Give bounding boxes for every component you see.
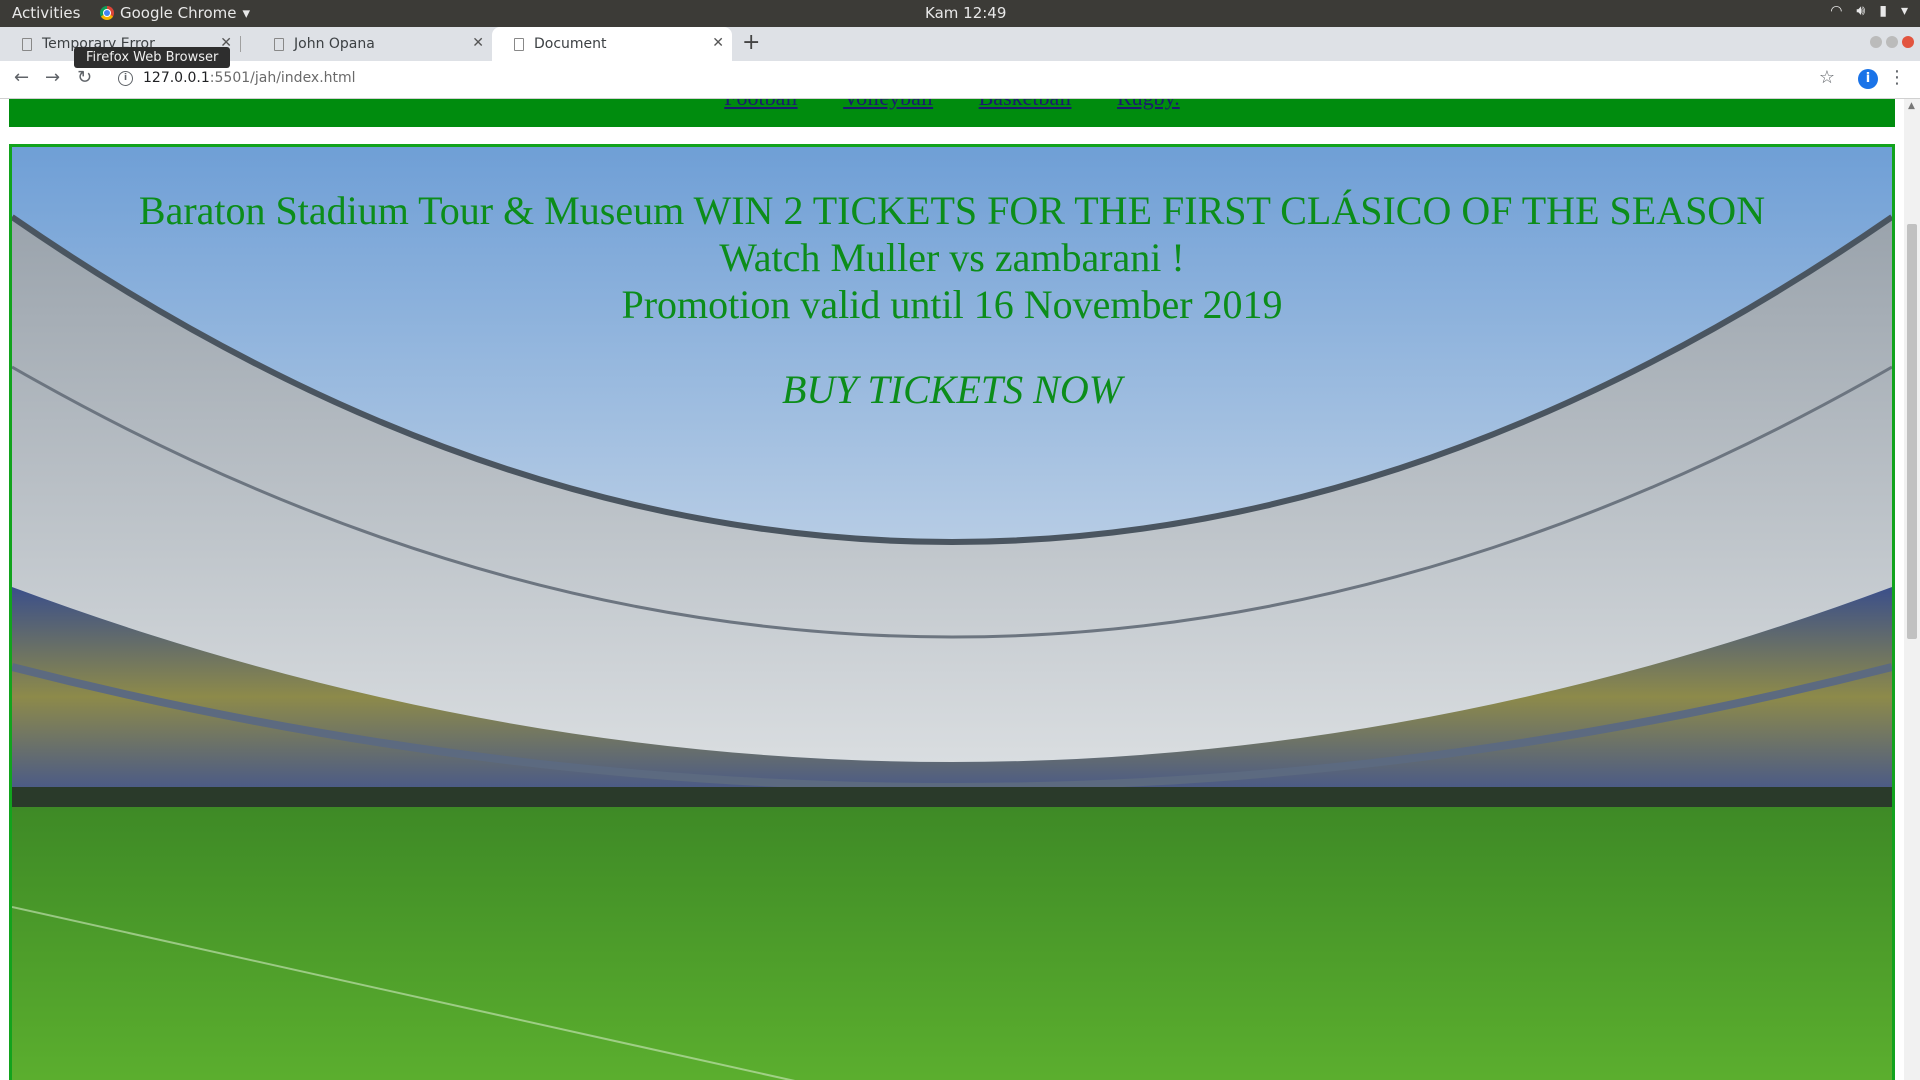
wifi-icon[interactable]: ◠ xyxy=(1830,3,1842,19)
stadium-hero-banner: Baraton Stadium Tour & Museum WIN 2 TICK… xyxy=(9,144,1895,1080)
sports-nav-links: Football Volleyball Basketball Rugby. xyxy=(9,99,1895,111)
promotion-validity: Promotion valid until 16 November 2019 xyxy=(621,282,1283,327)
clock[interactable]: Kam 12:49 xyxy=(925,4,1006,22)
nav-link-volleyball[interactable]: Volleyball xyxy=(843,99,933,110)
info-icon[interactable]: i xyxy=(118,71,133,86)
app-menu-label: Google Chrome xyxy=(120,4,237,22)
system-tray[interactable]: ◠ 🔊︎ ▮ ▾ xyxy=(1830,3,1908,19)
page-viewport: Football Volleyball Basketball Rugby. xyxy=(0,99,1904,1080)
app-menu[interactable]: Google Chrome ▾ xyxy=(100,4,250,22)
tab-separator xyxy=(240,36,241,52)
volume-icon[interactable]: 🔊︎ xyxy=(1856,3,1865,19)
page-icon xyxy=(514,37,524,51)
promo-headline: Baraton Stadium Tour & Museum WIN 2 TICK… xyxy=(138,188,1766,233)
tooltip: Firefox Web Browser xyxy=(74,47,231,68)
maximize-button[interactable] xyxy=(1886,36,1898,48)
forward-arrow-icon[interactable]: → xyxy=(45,67,60,88)
reload-icon[interactable]: ↻ xyxy=(77,67,92,88)
tab-john-opana[interactable]: John Opana ✕ xyxy=(252,27,492,61)
caret-down-icon: ▾ xyxy=(242,4,251,22)
buy-tickets-link[interactable]: BUY TICKETS NOW xyxy=(782,366,1122,413)
battery-icon[interactable]: ▮ xyxy=(1879,3,1887,19)
browser-tab-strip: Temporary Error ✕ John Opana ✕ Document … xyxy=(0,27,1920,61)
window-close-button[interactable] xyxy=(1902,36,1914,48)
url-host: 127.0.0.1 xyxy=(143,70,210,86)
url-path: :5501/jah/index.html xyxy=(209,70,356,86)
bookmark-star-icon[interactable]: ☆ xyxy=(1819,67,1835,88)
promo-text-block: Baraton Stadium Tour & Museum WIN 2 TICK… xyxy=(12,187,1892,413)
tab-title: John Opana xyxy=(294,36,375,52)
page-icon xyxy=(274,37,284,51)
sports-nav-bar: Football Volleyball Basketball Rugby. xyxy=(9,99,1895,127)
extension-icon[interactable]: i xyxy=(1858,69,1878,89)
chrome-logo-icon xyxy=(100,6,114,20)
minimize-button[interactable] xyxy=(1870,36,1882,48)
activities-button[interactable]: Activities xyxy=(12,4,80,22)
nav-link-rugby[interactable]: Rugby. xyxy=(1117,99,1180,110)
tab-title: Document xyxy=(534,36,607,52)
address-bar[interactable]: 127.0.0.1:5501/jah/index.html xyxy=(143,70,356,86)
system-top-bar: Activities Google Chrome ▾ Kam 12:49 ◠ 🔊… xyxy=(0,0,1920,27)
window-controls xyxy=(1870,36,1914,48)
nav-link-football[interactable]: Football xyxy=(724,99,797,110)
new-tab-button[interactable]: + xyxy=(742,30,760,55)
scroll-up-icon[interactable]: ▲ xyxy=(1908,101,1915,111)
system-menu-caret-icon[interactable]: ▾ xyxy=(1901,3,1908,19)
browser-toolbar: ← → ↻ i 127.0.0.1:5501/jah/index.html ☆ … xyxy=(0,61,1920,99)
close-icon[interactable]: ✕ xyxy=(712,35,724,51)
page-icon xyxy=(22,37,32,51)
page-scrollbar[interactable]: ▲ xyxy=(1904,99,1920,1080)
chrome-menu-icon[interactable]: ⋮ xyxy=(1888,67,1906,88)
scrollbar-thumb[interactable] xyxy=(1907,224,1917,639)
back-arrow-icon[interactable]: ← xyxy=(14,67,29,88)
match-subtitle: Watch Muller vs zambarani ! xyxy=(719,235,1185,280)
nav-link-basketball[interactable]: Basketball xyxy=(979,99,1072,110)
close-icon[interactable]: ✕ xyxy=(472,35,484,51)
tab-document[interactable]: Document ✕ xyxy=(492,27,732,61)
